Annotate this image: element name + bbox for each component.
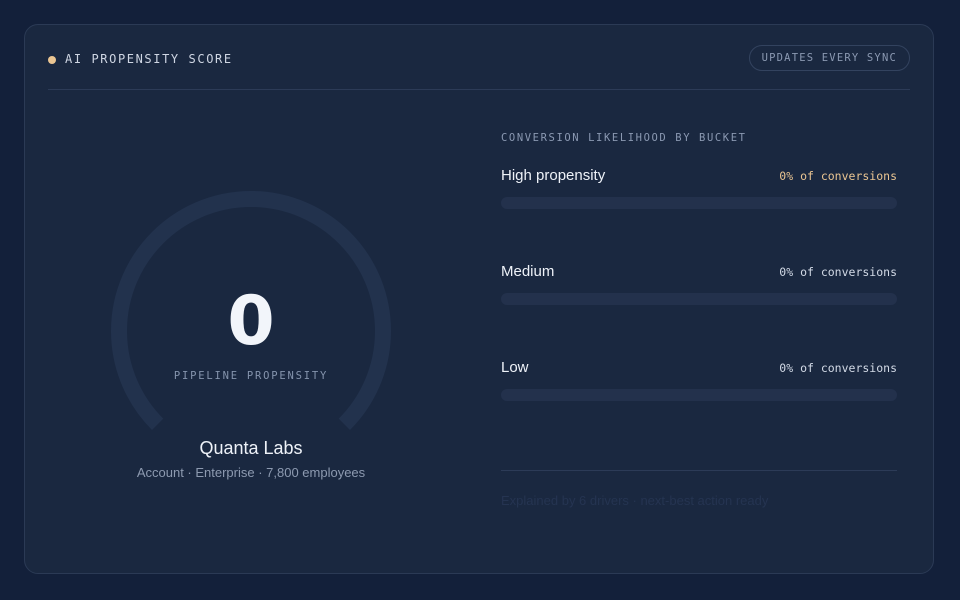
sync-status-badge: UPDATES EVERY SYNC xyxy=(748,45,910,71)
score-label: PIPELINE PROPENSITY xyxy=(173,370,329,382)
score-gauge: 0 PIPELINE PROPENSITY xyxy=(110,190,392,435)
section-divider xyxy=(501,470,897,471)
bucket-low: Low 0% of conversions xyxy=(501,359,897,401)
score-value: 0 xyxy=(227,282,275,361)
bucket-high: High propensity 0% of conversions xyxy=(501,167,897,209)
bucket-bar-track xyxy=(501,389,897,401)
account-meta: Account · Enterprise · 7,800 employees xyxy=(136,465,366,480)
card-header: AI PROPENSITY SCORE UPDATES EVERY SYNC xyxy=(48,45,910,90)
bucket-percentage: 0% of conversions xyxy=(779,361,897,375)
bucket-bar-track xyxy=(501,197,897,209)
bucket-name: Low xyxy=(501,359,529,376)
bucket-medium: Medium 0% of conversions xyxy=(501,263,897,305)
bucket-name: High propensity xyxy=(501,167,606,184)
bucket-percentage: 0% of conversions xyxy=(779,169,897,183)
bucket-percentage: 0% of conversions xyxy=(779,265,897,279)
status-dot-icon xyxy=(48,56,56,64)
buckets-title: CONVERSION LIKELIHOOD BY BUCKET xyxy=(501,132,747,144)
bucket-name: Medium xyxy=(501,263,555,280)
bucket-bar-track xyxy=(501,293,897,305)
footer-note: Explained by 6 drivers · next-best actio… xyxy=(501,493,769,508)
card-title: AI PROPENSITY SCORE xyxy=(65,52,233,66)
propensity-card: AI PROPENSITY SCORE UPDATES EVERY SYNC 0… xyxy=(24,24,934,574)
account-name: Quanta Labs xyxy=(199,438,303,458)
